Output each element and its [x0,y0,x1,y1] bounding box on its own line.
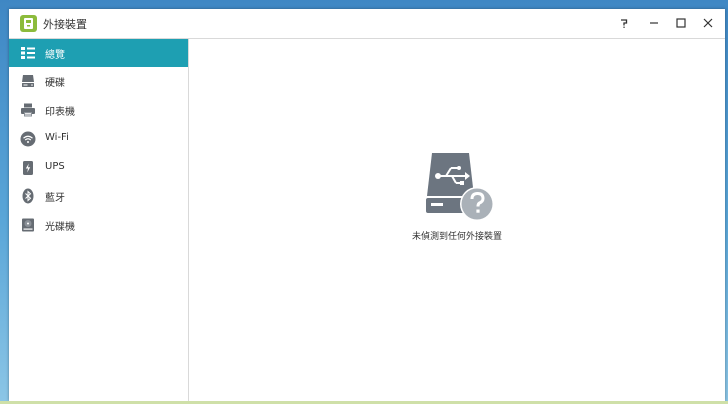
minimize-icon [650,22,658,24]
close-icon [703,18,713,28]
maximize-icon [676,18,686,28]
sidebar-item-bluetooth[interactable]: 藍牙 [9,182,188,210]
sidebar-item-overview[interactable]: 總覽 [9,39,188,67]
usb-drive-unknown-icon [426,153,494,221]
sidebar-item-label: 藍牙 [45,193,65,204]
sidebar-item-printer[interactable]: 印表機 [9,96,188,124]
help-button[interactable] [611,12,637,34]
maximize-button[interactable] [668,12,694,34]
hard-disk-icon [22,75,34,87]
overview-list-icon [21,47,35,59]
sidebar: 總覽 硬碟 印表機 Wi-Fi UPS 藍牙 光碟機 [9,39,189,401]
sidebar-item-wifi[interactable]: Wi-Fi [9,125,188,153]
external-devices-window: 外接裝置 總覽 硬碟 印表機 Wi-Fi UPS 藍牙 光碟機 未偵測到任何外接… [9,9,725,401]
empty-state-message: 未偵測到任何外接裝置 [411,232,502,242]
title-bar: 外接裝置 [9,9,725,39]
sidebar-item-label: UPS [45,161,65,172]
wifi-icon [20,131,36,147]
help-icon [621,19,628,28]
printer-icon [21,103,35,117]
close-button[interactable] [695,12,721,34]
sidebar-item-label: 印表機 [45,107,75,118]
sidebar-item-ups[interactable]: UPS [9,154,188,182]
sidebar-item-label: 總覽 [45,50,65,61]
sidebar-item-optical-drive[interactable]: 光碟機 [9,211,188,239]
sidebar-item-label: 硬碟 [45,78,65,89]
sidebar-item-hard-disk[interactable]: 硬碟 [9,67,188,95]
ups-icon [23,161,33,175]
optical-drive-icon [22,218,34,232]
window-title: 外接裝置 [43,18,87,31]
sidebar-item-label: 光碟機 [45,222,75,233]
main-content: 未偵測到任何外接裝置 [189,39,725,401]
bluetooth-icon [22,188,34,204]
minimize-button[interactable] [641,12,667,34]
sidebar-item-label: Wi-Fi [45,132,69,143]
app-icon [20,15,37,32]
